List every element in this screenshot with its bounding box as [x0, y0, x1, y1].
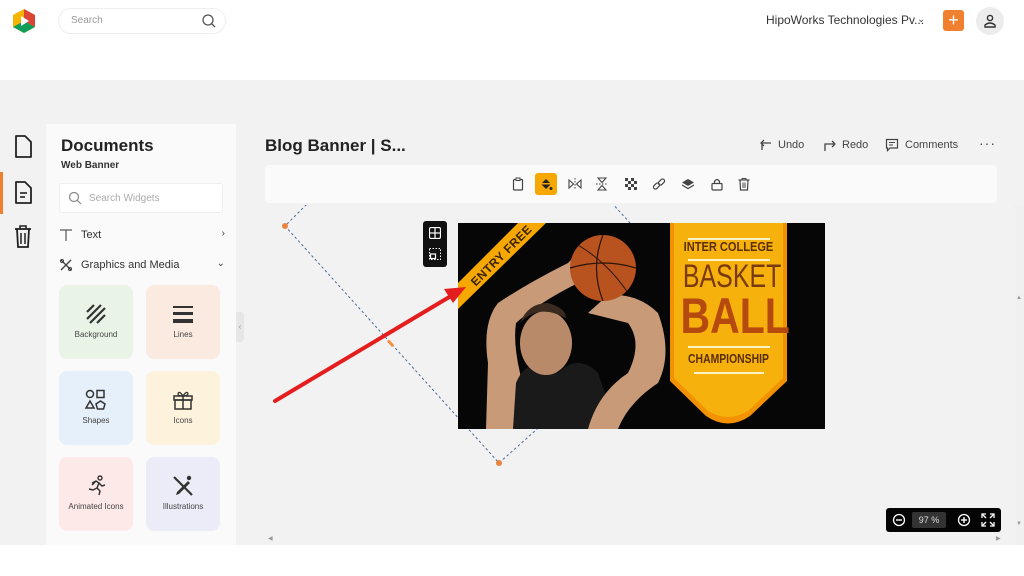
scroll-right-arrow[interactable]: ▶: [996, 535, 1001, 542]
vertical-scrollbar[interactable]: ▲ ▼: [1014, 205, 1024, 545]
shapes-icon: [84, 388, 108, 412]
running-icon: [84, 474, 108, 498]
search-icon: [68, 191, 82, 205]
flip-vertical-button[interactable]: [591, 173, 613, 195]
trash-icon[interactable]: [12, 224, 34, 250]
undo-icon: [760, 138, 774, 152]
sidebar-item-graphics-and-media[interactable]: Graphics and Media ⌄: [59, 256, 227, 276]
rail-active-indicator: [0, 172, 3, 214]
element-toolbar: [265, 165, 997, 203]
layers-icon: [681, 177, 695, 191]
tile-background[interactable]: Background: [59, 285, 133, 359]
scroll-left-arrow[interactable]: ◀: [268, 535, 273, 542]
avatar[interactable]: [976, 7, 1004, 35]
undo-label: Undo: [778, 139, 804, 151]
tile-icons[interactable]: Icons: [146, 371, 220, 445]
top-bar: Search HipoWorks Technologies Pv... ⌄ +: [0, 0, 1024, 44]
app-logo[interactable]: [11, 8, 37, 34]
redo-icon: [823, 138, 837, 152]
sidebar-item-label: Graphics and Media: [81, 259, 179, 271]
flip-vertical-icon: [595, 177, 609, 191]
lock-icon: [710, 177, 724, 191]
zoom-control: 97 %: [886, 508, 1001, 532]
sidebar-item-label: Text: [81, 229, 101, 241]
gift-icon: [171, 388, 195, 412]
comment-icon: [885, 138, 899, 152]
widgets-sidebar: Documents Web Banner Search Widgets Text…: [46, 124, 236, 545]
file-text-icon[interactable]: [12, 180, 34, 206]
tile-label: Shapes: [59, 416, 133, 425]
scroll-up-arrow[interactable]: ▲: [1016, 295, 1022, 301]
tile-lines[interactable]: Lines: [146, 285, 220, 359]
transparency-icon: [624, 177, 638, 191]
sidebar-title: Documents: [61, 136, 154, 156]
search-icon[interactable]: [201, 13, 217, 29]
delete-button[interactable]: [733, 173, 755, 195]
text-icon: [59, 228, 73, 242]
horizontal-scrollbar[interactable]: ◀ ▶: [244, 533, 1014, 545]
zoom-out-icon[interactable]: [892, 513, 906, 527]
transparency-button[interactable]: [620, 173, 642, 195]
tile-label: Lines: [146, 330, 220, 339]
left-rail: [0, 124, 46, 545]
graphics-icon: [59, 258, 73, 272]
chevron-right-icon: ›: [222, 228, 225, 239]
chevron-down-icon[interactable]: ⌄: [917, 14, 925, 25]
search-placeholder: Search: [71, 15, 103, 26]
clipboard-icon: [511, 177, 525, 191]
tile-animated-icons[interactable]: Animated Icons: [59, 457, 133, 531]
zoom-level[interactable]: 97 %: [912, 512, 946, 528]
zoom-in-icon[interactable]: [957, 513, 971, 527]
clipboard-button[interactable]: [507, 173, 529, 195]
flip-horizontal-button[interactable]: [564, 173, 586, 195]
sidebar-subtitle: Web Banner: [61, 160, 119, 171]
tile-label: Background: [59, 330, 133, 339]
tile-label: Icons: [146, 416, 220, 425]
more-options-button[interactable]: ···: [979, 135, 996, 151]
fullscreen-icon[interactable]: [981, 513, 995, 527]
redo-label: Redo: [842, 139, 868, 151]
document-title[interactable]: Blog Banner | S...: [265, 136, 406, 156]
fill-color-button[interactable]: [535, 173, 557, 195]
tile-illustrations[interactable]: Illustrations: [146, 457, 220, 531]
organization-name[interactable]: HipoWorks Technologies Pv...: [766, 13, 924, 27]
link-button[interactable]: [648, 173, 670, 195]
sidebar-collapse-handle[interactable]: ‹: [236, 312, 244, 342]
user-icon: [983, 14, 997, 28]
lines-icon: [171, 302, 195, 326]
fill-color-icon: [539, 177, 553, 191]
annotation-arrow: [244, 205, 1014, 545]
add-button[interactable]: +: [943, 10, 964, 31]
chevron-down-icon: ⌄: [217, 258, 225, 269]
tile-shapes[interactable]: Shapes: [59, 371, 133, 445]
widget-search-input[interactable]: Search Widgets: [59, 183, 223, 213]
scroll-down-arrow[interactable]: ▼: [1016, 521, 1022, 527]
illustration-icon: [171, 474, 195, 498]
layers-button[interactable]: [677, 173, 699, 195]
lock-button[interactable]: [706, 173, 728, 195]
global-search[interactable]: Search: [58, 8, 226, 34]
background-icon: [84, 302, 108, 326]
comments-label: Comments: [905, 139, 958, 151]
tile-label: Animated Icons: [59, 502, 133, 511]
widget-search-placeholder: Search Widgets: [89, 193, 160, 204]
document-icon[interactable]: [12, 134, 34, 160]
tile-label: Illustrations: [146, 502, 220, 511]
design-canvas[interactable]: ENTRY FREE INTER COLLEGE BASKET BALL CHA…: [244, 205, 1014, 545]
link-icon: [652, 177, 666, 191]
sidebar-item-text[interactable]: Text ›: [59, 226, 227, 246]
delete-icon: [737, 177, 751, 191]
flip-horizontal-icon: [568, 177, 582, 191]
